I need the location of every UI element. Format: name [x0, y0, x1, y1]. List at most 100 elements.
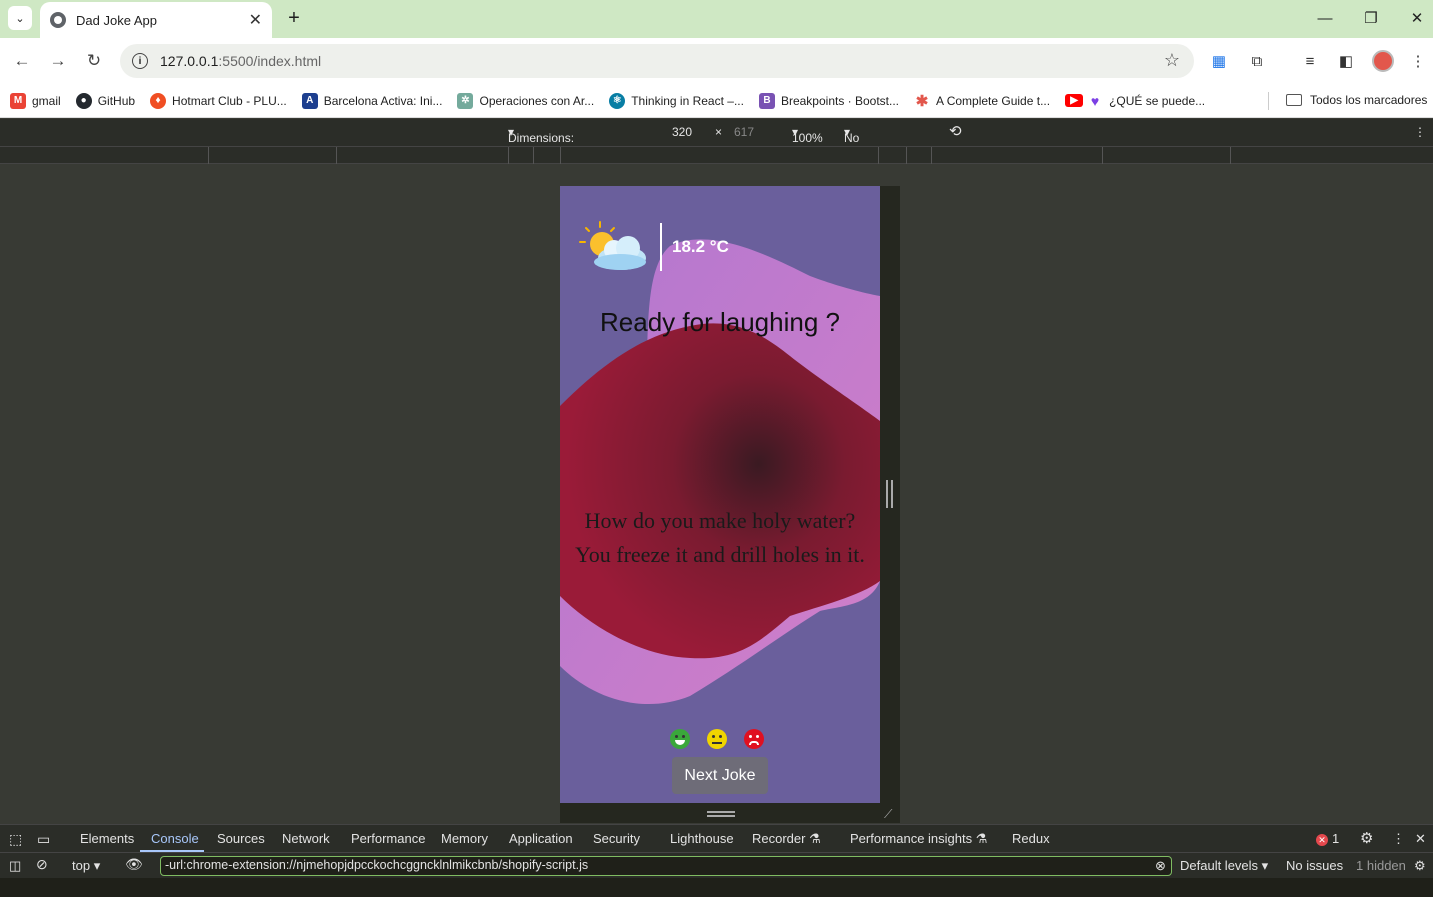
- neutral-face-icon[interactable]: [707, 729, 727, 749]
- browser-tab[interactable]: Dad Joke App ✕: [40, 2, 272, 38]
- tab-memory[interactable]: Memory: [441, 831, 488, 846]
- bookmarks-separator: [1268, 92, 1269, 110]
- bookmark-label: Thinking in React –...: [631, 93, 744, 108]
- tab-recorder[interactable]: Recorder ⚗: [752, 831, 821, 847]
- close-window-icon[interactable]: ✕: [1402, 6, 1432, 30]
- dimensions-dropdown[interactable]: Dimensions: Responsive ▾: [508, 125, 574, 159]
- width-input[interactable]: 320: [672, 125, 692, 139]
- flask-icon: ⚗: [975, 831, 988, 846]
- settings-gear-icon[interactable]: ⚙: [1360, 829, 1373, 847]
- clear-filter-icon[interactable]: ⊗: [1155, 858, 1166, 874]
- bookmark-hotmart[interactable]: ♦ Hotmart Club - PLU...: [150, 92, 287, 109]
- gmail-icon: M: [10, 92, 26, 109]
- site-info-icon[interactable]: i: [132, 53, 148, 69]
- weather-widget: 18.2 °C: [578, 220, 729, 274]
- tab-console[interactable]: Console: [151, 831, 199, 846]
- chevron-down-icon: ⌄: [15, 12, 25, 25]
- tab-performance-insights[interactable]: Performance insights ⚗: [850, 831, 987, 847]
- forward-icon[interactable]: →: [45, 48, 71, 74]
- sidebar-toggle-icon[interactable]: ◫: [9, 858, 21, 874]
- minimize-icon[interactable]: —: [1310, 6, 1340, 30]
- inspect-element-icon[interactable]: ⬚: [9, 831, 22, 848]
- tab-title: Dad Joke App: [76, 12, 157, 28]
- bookmark-label: A Complete Guide t...: [936, 93, 1051, 108]
- bookmark-star-icon[interactable]: ☆: [1164, 50, 1180, 71]
- tab-performance-insights-label: Performance insights: [850, 831, 973, 846]
- new-tab-button[interactable]: +: [282, 6, 306, 30]
- media-query-ruler[interactable]: [0, 146, 1433, 164]
- browser-toolbar: ← → ↻ i 127.0.0.1:5500/index.html ☆ ▦ ⧉ …: [0, 38, 1433, 84]
- tab-network[interactable]: Network: [282, 831, 330, 846]
- error-count: 1: [1332, 831, 1340, 846]
- bookmark-breakpoints[interactable]: B Breakpoints · Bootst...: [758, 92, 900, 109]
- error-icon: ✕: [1316, 834, 1328, 846]
- temperature-value: 18.2 °C: [672, 237, 729, 256]
- laughing-face-icon[interactable]: [670, 729, 690, 749]
- log-levels-dropdown[interactable]: Default levels ▾: [1180, 858, 1268, 874]
- apps-grid-icon[interactable]: ▦: [1208, 50, 1230, 72]
- media-control-icon[interactable]: ≡: [1299, 50, 1321, 72]
- context-selector[interactable]: top ▾: [72, 858, 100, 874]
- devtools-menu-icon[interactable]: ⋮: [1392, 831, 1405, 847]
- throttling-dropdown[interactable]: No throttling ▾: [844, 125, 890, 159]
- side-panel-icon[interactable]: ◧: [1335, 50, 1357, 72]
- joke-text: How do you make holy water? You freeze i…: [560, 504, 880, 572]
- tab-security[interactable]: Security: [593, 831, 640, 846]
- bookmark-thinking-in-react[interactable]: ⚛ Thinking in React –...: [609, 92, 744, 109]
- reload-icon[interactable]: ↻: [81, 48, 107, 74]
- height-resize-handle[interactable]: [707, 811, 735, 817]
- back-icon[interactable]: ←: [9, 48, 35, 74]
- tab-application[interactable]: Application: [509, 831, 573, 846]
- tab-search-button[interactable]: ⌄: [8, 6, 32, 30]
- live-expression-eye-icon[interactable]: 👁: [125, 856, 143, 873]
- ruler-tick: [906, 147, 907, 164]
- bookmark-operaciones[interactable]: ✲ Operaciones con Ar...: [457, 92, 595, 109]
- restore-icon[interactable]: ❐: [1356, 6, 1386, 30]
- tab-elements[interactable]: Elements: [80, 831, 134, 846]
- bookmark-label: Barcelona Activa: Ini...: [323, 93, 443, 108]
- bookmark-label: ¿QUÉ se puede...: [1109, 93, 1206, 108]
- all-bookmarks-folder[interactable]: Todos los marcadores: [1286, 93, 1427, 107]
- ruler-tick: [560, 147, 561, 164]
- bookmark-label: GitHub: [97, 93, 136, 108]
- log-levels-label: Default levels: [1180, 858, 1259, 873]
- menu-kebab-icon[interactable]: ⋮: [1407, 50, 1429, 72]
- close-tab-icon[interactable]: ✕: [249, 10, 262, 30]
- rotate-icon[interactable]: ⟲: [949, 122, 962, 140]
- error-counter[interactable]: ✕ 1: [1316, 831, 1339, 846]
- app-title: Ready for laughing ?: [600, 307, 840, 337]
- ruler-tick: [533, 147, 534, 164]
- issues-indicator[interactable]: No issues: [1286, 858, 1343, 873]
- hotmart-icon: ♦: [150, 92, 167, 109]
- clear-console-icon[interactable]: ⊘: [36, 856, 48, 873]
- profile-avatar[interactable]: [1372, 50, 1394, 72]
- height-input[interactable]: 617: [734, 125, 754, 139]
- address-bar[interactable]: i 127.0.0.1:5500/index.html ☆: [120, 44, 1194, 78]
- youtube-icon: ▶: [1065, 94, 1084, 107]
- tab-lighthouse[interactable]: Lighthouse: [670, 831, 734, 846]
- device-toolbar: Dimensions: Responsive ▾ 320 × 617 100% …: [0, 119, 1433, 159]
- device-toggle-icon[interactable]: ▭: [37, 831, 50, 848]
- bookmark-label: Hotmart Club - PLU...: [172, 93, 287, 108]
- width-resize-handle[interactable]: [886, 480, 893, 508]
- tab-performance[interactable]: Performance: [351, 831, 425, 846]
- zoom-dropdown[interactable]: 100% ▾: [792, 125, 823, 145]
- extensions-icon[interactable]: ⧉: [1246, 50, 1268, 72]
- bookmark-label: Breakpoints · Bootst...: [780, 93, 900, 108]
- tab-sources[interactable]: Sources: [217, 831, 265, 846]
- device-menu-icon[interactable]: ⋮: [1414, 125, 1426, 139]
- console-filter-input[interactable]: -url:chrome-extension://njmehopjdpcckoch…: [160, 856, 1172, 876]
- times-sign: ×: [715, 125, 723, 139]
- bookmark-label: Operaciones con Ar...: [479, 93, 595, 108]
- angry-face-icon[interactable]: [744, 729, 764, 749]
- bookmark-gmail[interactable]: Mgmail: [10, 92, 61, 109]
- bookmark-youtube[interactable]: ▶ ♥ ¿QUÉ se puede...: [1065, 93, 1205, 109]
- next-joke-button[interactable]: Next Joke: [672, 757, 768, 794]
- tab-redux[interactable]: Redux: [1012, 831, 1050, 846]
- bookmark-complete-guide[interactable]: ✱ A Complete Guide t...: [914, 93, 1051, 110]
- console-settings-icon[interactable]: ⚙: [1414, 858, 1426, 874]
- corner-resize-handle[interactable]: ⟋: [884, 807, 892, 822]
- bookmark-barcelona-activa[interactable]: A Barcelona Activa: Ini...: [301, 92, 443, 109]
- close-devtools-icon[interactable]: ✕: [1415, 831, 1426, 847]
- bookmark-github[interactable]: ● GitHub: [75, 92, 136, 109]
